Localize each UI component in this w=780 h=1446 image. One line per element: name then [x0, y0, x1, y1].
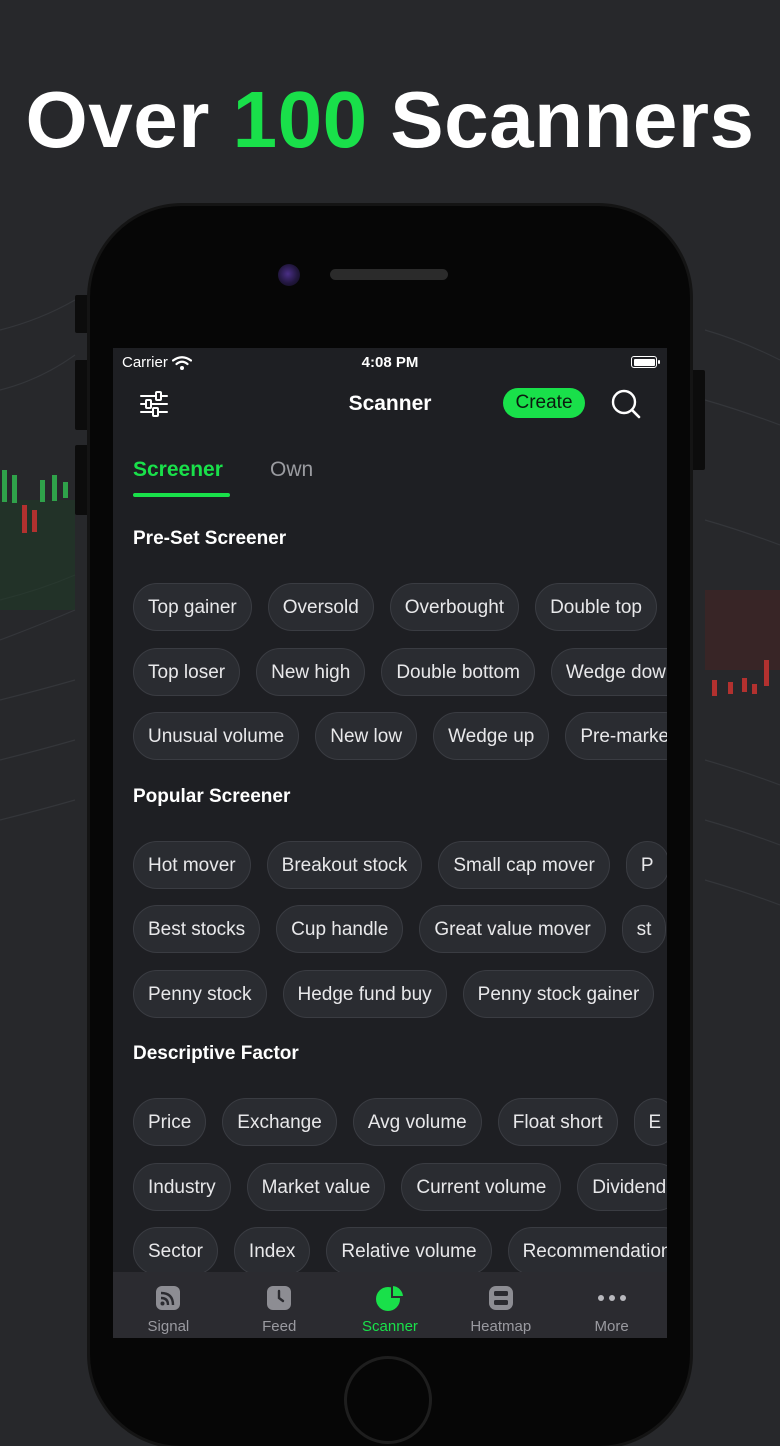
chip-row: Price Exchange Avg volume Float short E [133, 1098, 667, 1146]
section-title: Descriptive Factor [133, 1043, 299, 1064]
screener-chip[interactable]: Breakout stock [266, 840, 423, 889]
chip-row: Industry Market value Current volume Divide… [133, 1162, 667, 1211]
screener-chip[interactable]: Small cap mover [438, 840, 610, 889]
tabbar-label-feed: Feed [262, 1318, 297, 1335]
screener-chip[interactable]: Oversold [267, 583, 374, 631]
tab-screener[interactable]: Screener [133, 458, 223, 482]
search-icon[interactable] [610, 388, 642, 425]
chip-row: Best stocks Cup handle Great value mover st [133, 905, 667, 953]
tabbar-item-more[interactable]: More [556, 1272, 667, 1338]
screener-chip[interactable]: Hot mover [133, 840, 251, 889]
battery-icon [631, 356, 660, 368]
headline-accent: 100 [232, 75, 368, 164]
screener-chip[interactable]: Cup handle [276, 905, 404, 953]
screener-chip[interactable]: New high [256, 647, 366, 696]
section-title: Popular Screener [133, 785, 291, 807]
chip-row: Unusual volume New low Wedge up Pre-market [133, 712, 667, 760]
home-button[interactable] [344, 1356, 432, 1444]
screener-chip[interactable]: Penny stock gainer [462, 969, 655, 1018]
tab-own[interactable]: Own [270, 458, 313, 482]
screener-chip[interactable]: Industry [133, 1162, 231, 1211]
screener-chip[interactable]: Top loser [133, 647, 241, 696]
bottom-tab-bar: Signal Feed Scanner Heatmap More [113, 1272, 667, 1338]
chip-row: Hot mover Breakout stock Small cap mover P [133, 840, 667, 889]
screener-chip[interactable]: Wedge up [433, 712, 550, 760]
screener-chip[interactable]: Great value mover [419, 905, 606, 953]
screener-chip[interactable]: Index [233, 1227, 311, 1275]
screener-chip[interactable]: Wedge down [550, 647, 667, 696]
nav-bar: Scanner Create [113, 384, 667, 424]
screener-chip[interactable]: Float short [497, 1098, 618, 1146]
phone-volume-up [75, 360, 90, 430]
chip-row: Sector Index Relative volume Recommendation [133, 1227, 667, 1275]
screener-chip[interactable]: Unusual volume [133, 712, 300, 760]
phone-power-button [690, 370, 705, 470]
headline-prefix: Over [25, 75, 210, 164]
tabbar-item-signal[interactable]: Signal [113, 1272, 224, 1338]
tabbar-item-heatmap[interactable]: Heatmap [445, 1272, 556, 1338]
screener-chip[interactable]: Best stocks [133, 905, 261, 953]
chip-row: Top loser New high Double bottom Wedge down [133, 647, 667, 696]
screener-chip[interactable]: Dividend [577, 1162, 667, 1211]
screener-sections: Pre-Set Screener Top gainer Oversold Overbo… [133, 528, 667, 1292]
headline-suffix: Scanners [390, 75, 755, 164]
phone-side-button [75, 295, 90, 333]
screener-chip[interactable]: Recommendation [507, 1227, 667, 1275]
screener-chip[interactable]: Price [133, 1098, 207, 1146]
tabbar-label-scanner: Scanner [362, 1318, 418, 1335]
signal-icon [156, 1286, 181, 1310]
screener-chip[interactable]: Exchange [222, 1098, 337, 1146]
app-screen: Carrier 4:08 PM Scanner Create Screener … [113, 348, 667, 1338]
screener-chip[interactable]: st [621, 905, 667, 953]
screener-chip[interactable]: Penny stock [133, 969, 267, 1018]
more-dots-icon [597, 1295, 626, 1301]
screener-chip[interactable]: Double top [535, 583, 657, 631]
tabbar-label-signal: Signal [147, 1318, 190, 1335]
clock-icon [267, 1286, 292, 1310]
screener-chip[interactable]: E [633, 1098, 667, 1146]
screener-chip[interactable]: P [625, 840, 667, 889]
screener-chip[interactable]: Top gainer [133, 583, 252, 631]
status-bar: Carrier 4:08 PM [113, 348, 667, 378]
screener-chip[interactable]: Sector [133, 1227, 218, 1275]
chip-row: Penny stock Hedge fund buy Penny stock gai… [133, 969, 667, 1018]
phone-volume-down [75, 445, 90, 515]
front-camera [278, 264, 300, 286]
screener-chip[interactable]: Overbought [389, 583, 520, 631]
promo-headline: Over 100 Scanners [0, 74, 780, 166]
screener-chip[interactable]: Pre-market [565, 712, 667, 760]
tab-active-indicator [133, 493, 230, 497]
phone-frame: Carrier 4:08 PM Scanner Create Screener … [90, 206, 690, 1446]
chip-row: Top gainer Oversold Overbought Double top [133, 583, 667, 631]
screener-chip[interactable]: Hedge fund buy [282, 969, 447, 1018]
screener-chip[interactable]: Relative volume [326, 1227, 492, 1275]
screener-chip[interactable]: Current volume [401, 1162, 562, 1211]
section-title: Pre-Set Screener [133, 528, 287, 549]
earpiece-speaker [330, 269, 448, 280]
screener-chip[interactable]: Market value [246, 1162, 386, 1211]
tabbar-label-heatmap: Heatmap [470, 1318, 532, 1335]
status-time: 4:08 PM [361, 354, 419, 371]
screener-chip[interactable]: New low [315, 712, 418, 760]
screener-chip[interactable]: Avg volume [352, 1098, 482, 1146]
tabbar-item-feed[interactable]: Feed [224, 1272, 335, 1338]
tabbar-label-more: More [594, 1318, 629, 1335]
pie-chart-icon [375, 1283, 405, 1311]
tabbar-item-scanner[interactable]: Scanner [335, 1272, 446, 1338]
screener-chip[interactable]: Double bottom [381, 647, 535, 696]
heatmap-icon [488, 1286, 513, 1310]
create-button[interactable]: Create [503, 388, 585, 418]
